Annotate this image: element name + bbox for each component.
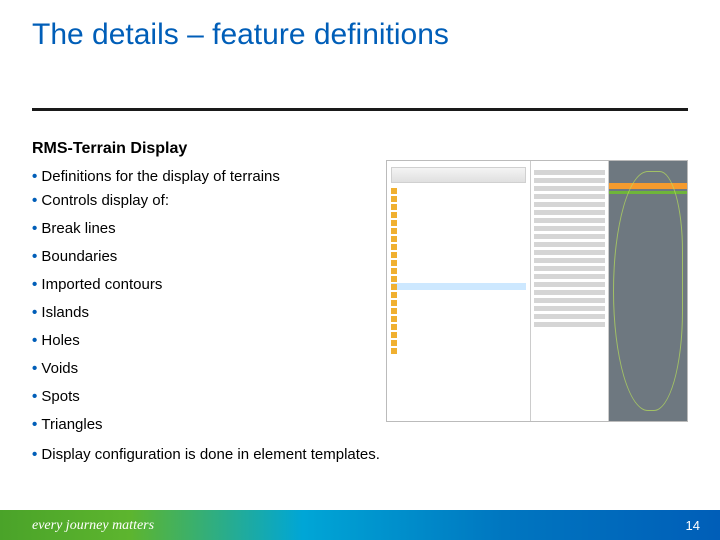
slide: The details – feature definitions RMS-Te… (0, 0, 720, 540)
sub-imported-contours: Imported contours (32, 273, 280, 297)
sub-breaklines: Break lines (32, 217, 280, 241)
sub-voids: Voids (32, 357, 280, 381)
screenshot-viewport (609, 161, 687, 421)
element-templates-screenshot (386, 160, 688, 422)
sub-bullet-list: Break lines Boundaries Imported contours… (32, 217, 280, 437)
bullet-controls: Controls display of: (32, 189, 280, 213)
body-text: Definitions for the display of terrains … (32, 165, 280, 441)
screenshot-toolbar (391, 167, 526, 183)
footer-tagline: every journey matters (32, 518, 154, 534)
sub-triangles: Triangles (32, 413, 280, 437)
footer-bar: every journey matters 14 (0, 510, 720, 540)
page-number: 14 (686, 518, 700, 533)
bullet-display-config: Display configuration is done in element… (32, 446, 380, 463)
screenshot-properties-panel (531, 161, 609, 421)
sub-spots: Spots (32, 385, 280, 409)
screenshot-tree-panel (387, 161, 531, 421)
sub-boundaries: Boundaries (32, 245, 280, 269)
bullet-definitions: Definitions for the display of terrains (32, 165, 280, 189)
title-rule (32, 108, 688, 111)
sub-holes: Holes (32, 329, 280, 353)
section-subhead: RMS-Terrain Display (32, 140, 187, 158)
slide-title: The details – feature definitions (32, 18, 449, 52)
sub-islands: Islands (32, 301, 280, 325)
